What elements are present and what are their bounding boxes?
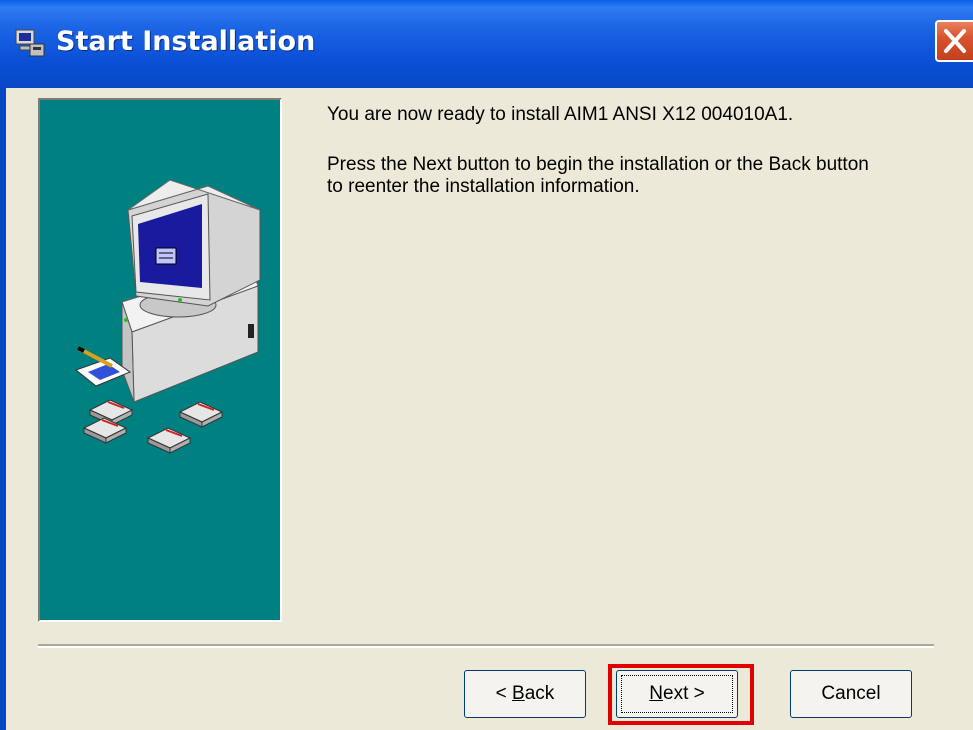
- install-dialog: Start Installation You are now ready to …: [0, 0, 973, 730]
- divider: [38, 644, 934, 648]
- cancel-label: Cancel: [821, 683, 881, 704]
- cancel-button[interactable]: Cancel: [790, 670, 912, 718]
- ready-message: You are now ready to install AIM1 ANSI X…: [327, 104, 794, 125]
- wizard-side-panel: [38, 98, 282, 622]
- installer-icon: [15, 29, 45, 57]
- back-mnemonic: B: [512, 683, 525, 704]
- title-bar[interactable]: Start Installation: [0, 0, 973, 88]
- next-button-highlight: [608, 664, 754, 725]
- back-prefix: <: [495, 683, 513, 704]
- close-icon: [944, 29, 966, 53]
- computer-illustration: [74, 179, 261, 454]
- back-button[interactable]: < Back: [464, 670, 586, 718]
- instructions-message: Press the Next button to begin the insta…: [327, 154, 869, 197]
- window-title: Start Installation: [56, 26, 316, 57]
- close-button[interactable]: [935, 20, 973, 62]
- back-label: ack: [524, 683, 555, 704]
